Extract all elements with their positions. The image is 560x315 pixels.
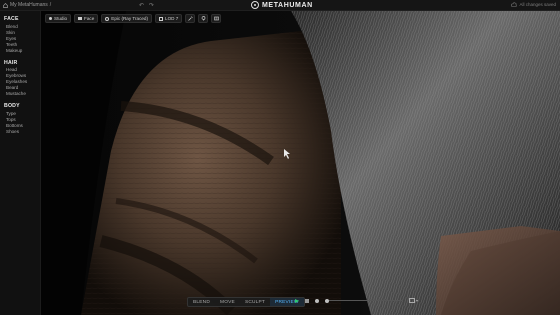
face-group-title: FACE xyxy=(4,16,19,22)
playback-controls: ▾ xyxy=(295,298,418,303)
timeline-scrubber[interactable] xyxy=(325,298,403,303)
hair-group: HAIR Head Eyebrows Eyelashes Beard Musta… xyxy=(4,60,40,98)
render-quality-dropdown[interactable]: Epic (Ray Traced) xyxy=(101,14,153,23)
breadcrumb: My MetaHumans / xyxy=(3,2,51,8)
viewport-toolbar: Studio Face Epic (Ray Traced) LOD 7 xyxy=(45,14,222,23)
mode-sculpt-button[interactable]: SCULPT xyxy=(240,298,270,306)
nav-item-mustache[interactable]: Mustache xyxy=(4,91,40,97)
wand-tool-button[interactable] xyxy=(185,14,196,23)
quality-label: Epic (Ray Traced) xyxy=(111,16,149,21)
animation-select[interactable]: ▾ xyxy=(409,298,418,303)
redo-icon[interactable]: ↷ xyxy=(149,2,154,9)
stop-icon[interactable] xyxy=(305,298,309,303)
app-logo: METAHUMAN xyxy=(251,1,313,9)
play-icon[interactable] xyxy=(295,298,299,303)
edit-mode-bar: BLEND MOVE SCULPT PREVIEW xyxy=(187,297,305,307)
body-group-title: BODY xyxy=(4,103,20,109)
bulb-icon xyxy=(201,16,206,21)
nav-item-shoes[interactable]: Shoes xyxy=(4,129,40,135)
save-status: All changes saved xyxy=(511,2,556,7)
lod-icon xyxy=(159,16,164,21)
lod-label: LOD 7 xyxy=(165,16,179,21)
metahuman-logo-icon xyxy=(251,1,259,9)
chevron-down-icon: ▾ xyxy=(416,298,419,303)
top-bar: My MetaHumans / ↶ ↷ METAHUMAN All change… xyxy=(0,0,560,11)
camera-icon xyxy=(78,17,83,20)
film-icon xyxy=(213,16,219,21)
film-button[interactable] xyxy=(211,14,222,23)
hair-group-title: HAIR xyxy=(4,59,18,66)
wand-icon xyxy=(188,16,193,21)
animation-icon xyxy=(409,298,415,303)
save-status-text: All changes saved xyxy=(519,2,556,7)
undo-redo-group: ↶ ↷ xyxy=(139,2,154,9)
mode-move-button[interactable]: MOVE xyxy=(215,298,240,306)
mode-blend-button[interactable]: BLEND xyxy=(188,298,215,306)
quality-icon xyxy=(105,16,110,21)
studio-label: Studio xyxy=(54,16,68,21)
nav-item-makeup[interactable]: Makeup xyxy=(4,48,40,54)
camera-face-dropdown[interactable]: Face xyxy=(74,14,99,23)
3d-viewport[interactable]: Studio Face Epic (Ray Traced) LOD 7 BLEN… xyxy=(41,11,560,315)
character-render xyxy=(41,11,560,315)
studio-lighting-dropdown[interactable]: Studio xyxy=(45,14,72,23)
breadcrumb-separator: / xyxy=(49,2,52,8)
light-bulb-icon xyxy=(49,17,52,20)
cloud-icon xyxy=(511,2,518,7)
home-icon[interactable] xyxy=(3,2,8,8)
undo-icon[interactable]: ↶ xyxy=(139,2,144,9)
face-label: Face xyxy=(84,16,95,21)
timeline-handle[interactable] xyxy=(325,298,329,303)
body-group: BODY Type Tops Bottoms Shoes xyxy=(4,103,40,135)
category-panel: FACE Blend Skin Eyes Teeth Makeup HAIR H… xyxy=(0,11,41,315)
face-group: FACE Blend Skin Eyes Teeth Makeup xyxy=(4,16,40,54)
logo-wordmark: METAHUMAN xyxy=(262,1,313,9)
lod-dropdown[interactable]: LOD 7 xyxy=(155,14,183,23)
light-rig-button[interactable] xyxy=(198,14,209,23)
record-icon[interactable] xyxy=(315,298,319,303)
breadcrumb-link[interactable]: My MetaHumans xyxy=(10,2,48,8)
